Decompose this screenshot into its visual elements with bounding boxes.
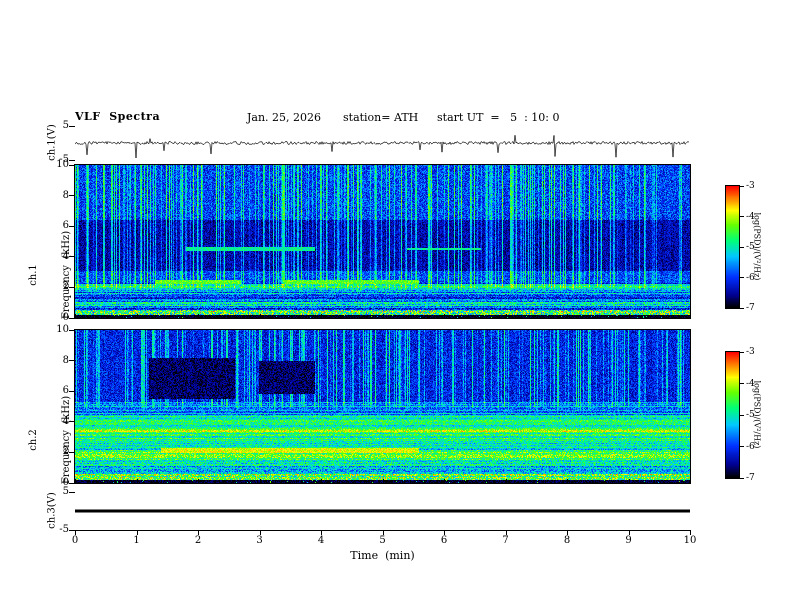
colorbar-tick-label: -3	[746, 347, 755, 357]
x-tick-mark	[444, 479, 445, 483]
ch1-waveform-panel	[75, 126, 690, 160]
y-tick-mark	[69, 451, 75, 453]
y-tick-label: 0	[62, 312, 69, 323]
date-label: Jan. 25, 2026	[247, 111, 322, 124]
x-tick-label: 1	[133, 535, 140, 546]
x-tick-mark	[198, 479, 199, 483]
x-tick-mark	[505, 479, 507, 483]
colorbar-tick-label: -4	[746, 378, 755, 389]
x-tick-label: 3	[256, 535, 263, 546]
x-tick-mark	[75, 479, 76, 483]
x-tick-label: 6	[440, 535, 448, 546]
ch1-colorbar	[725, 185, 740, 309]
x-tick-label: 0	[71, 535, 79, 546]
y-tick-mark	[69, 256, 75, 258]
colorbar-tick-mark	[740, 383, 744, 384]
y-tick-mark	[69, 491, 75, 493]
y-tick-label: 4	[62, 415, 69, 427]
colorbar-tick-mark	[740, 446, 744, 447]
colorbar-tick-mark	[740, 246, 744, 248]
y-tick-label: 10	[56, 324, 69, 335]
y-tick-label: 5	[62, 120, 69, 131]
colorbar-tick-mark	[740, 216, 744, 217]
y-tick-mark	[69, 421, 75, 423]
y-tick-mark	[69, 390, 75, 392]
x-tick-label: 7	[502, 535, 509, 546]
colorbar-tick-label: -7	[746, 473, 755, 483]
x-tick-mark	[321, 479, 322, 483]
colorbar-tick-label: -3	[746, 181, 755, 191]
x-tick-mark	[382, 479, 384, 483]
x-tick-mark	[444, 314, 445, 318]
x-tick-mark	[321, 314, 322, 318]
y-tick-label: -5	[59, 524, 69, 535]
x-tick-mark	[628, 479, 630, 483]
x-tick-mark	[690, 479, 691, 483]
ch1-spectrogram-panel	[74, 164, 691, 319]
vlf-spectra-figure: VLF Spectra Jan. 25, 2026 station= ATH s…	[0, 0, 792, 612]
y-tick-mark	[69, 125, 75, 127]
x-tick-mark	[567, 479, 568, 483]
colorbar-tick-mark	[740, 477, 744, 479]
x-tick-mark	[75, 314, 76, 318]
x-tick-mark	[198, 314, 199, 318]
x-tick-label: 5	[379, 535, 386, 546]
y-tick-label: 5	[62, 486, 69, 497]
start-ut-label: start UT = 5 : 10: 0	[437, 111, 560, 124]
colorbar-tick-mark	[740, 185, 744, 187]
ch2-colorbar	[725, 351, 740, 479]
y-tick-mark	[69, 159, 75, 161]
y-tick-label: 8	[62, 354, 69, 366]
x-tick-label: 2	[194, 535, 202, 546]
y-tick-label: 6	[62, 220, 69, 232]
y-tick-mark	[69, 195, 75, 197]
colorbar-tick-mark	[740, 351, 744, 353]
colorbar-tick-mark	[740, 277, 744, 278]
colorbar-tick-label: -6	[746, 272, 755, 283]
y-tick-mark	[69, 286, 75, 288]
y-tick-label: 2	[62, 281, 69, 293]
y-tick-mark	[69, 164, 75, 166]
x-tick-mark	[628, 314, 630, 318]
x-tick-label: 10	[683, 535, 697, 546]
x-tick-label: 4	[317, 535, 325, 546]
x-axis-title: Time (min)	[350, 549, 415, 562]
x-tick-mark	[136, 314, 138, 318]
x-tick-mark	[505, 314, 507, 318]
station-label: station= ATH	[343, 111, 419, 124]
colorbar-tick-label: -4	[746, 211, 755, 222]
colorbar-tick-label: -5	[746, 410, 755, 420]
colorbar-tick-label: -5	[746, 242, 755, 252]
y-tick-label: 8	[62, 189, 69, 201]
ch1-channel-label: ch.1	[28, 264, 39, 286]
figure-title: VLF Spectra	[75, 110, 161, 123]
ch2-channel-label: ch.2	[28, 429, 39, 451]
x-tick-label: 8	[563, 535, 571, 546]
colorbar-tick-mark	[740, 307, 744, 309]
x-tick-mark	[259, 314, 261, 318]
y-tick-label: 4	[62, 250, 69, 262]
ch2-spectrogram-panel	[74, 329, 691, 484]
colorbar-tick-label: -7	[746, 303, 755, 313]
ch3-waveform-panel	[75, 492, 690, 530]
x-tick-label: 9	[625, 535, 632, 546]
y-tick-mark	[69, 329, 75, 331]
x-tick-mark	[690, 314, 691, 318]
x-tick-mark	[567, 314, 568, 318]
x-tick-mark	[259, 479, 261, 483]
y-tick-label: 10	[56, 159, 69, 170]
colorbar-tick-label: -6	[746, 441, 755, 452]
colorbar-tick-mark	[740, 414, 744, 416]
y-tick-mark	[69, 225, 75, 227]
y-tick-label: 2	[62, 446, 69, 458]
x-tick-mark	[382, 314, 384, 318]
y-tick-mark	[69, 360, 75, 362]
x-tick-mark	[136, 479, 138, 483]
y-tick-label: 6	[62, 385, 69, 397]
